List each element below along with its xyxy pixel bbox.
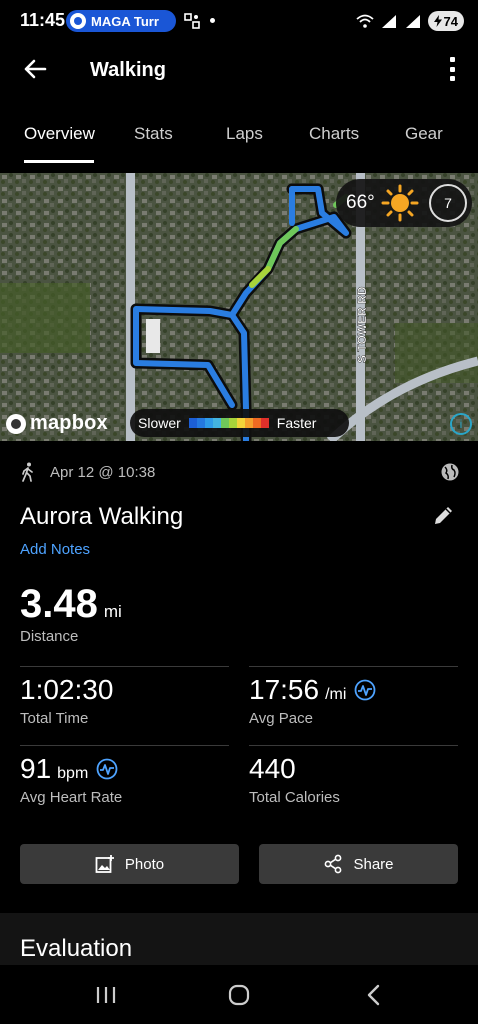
weather-temperature: 66° xyxy=(346,192,375,213)
pace-chart-icon[interactable] xyxy=(354,679,376,701)
total-calories-value: 440 xyxy=(249,753,296,784)
mapbox-wordmark: mapbox xyxy=(30,412,108,434)
divider xyxy=(249,666,458,667)
legend-color-bar xyxy=(188,418,269,428)
distance-label: Distance xyxy=(20,628,79,645)
evaluation-section: Evaluation xyxy=(0,913,478,965)
avg-heart-rate-stat: 91 bpm Avg Heart Rate xyxy=(20,753,122,806)
signal-icon-2 xyxy=(405,15,420,28)
total-time-stat: 1:02:30 Total Time xyxy=(20,674,113,727)
add-photo-icon xyxy=(95,855,114,873)
mapbox-logo: mapbox xyxy=(6,412,108,435)
edit-pencil-icon[interactable] xyxy=(432,503,456,527)
page-title: Walking xyxy=(90,59,166,81)
home-icon[interactable] xyxy=(225,981,253,1009)
activity-title: Aurora Walking xyxy=(20,503,184,530)
tab-charts[interactable]: Charts xyxy=(309,124,359,144)
tab-gear[interactable]: Gear xyxy=(405,124,443,144)
signal-icon xyxy=(381,15,396,28)
legend-swatch xyxy=(236,418,245,428)
legend-slower-label: Slower xyxy=(138,415,181,431)
activity-date: Apr 12 @ 10:38 xyxy=(50,463,156,481)
distance-value: 3.48 xyxy=(20,582,98,626)
distance-value-group: 3.48 mi xyxy=(20,582,122,627)
charging-icon xyxy=(433,15,442,27)
broadcast-icon xyxy=(70,13,86,29)
avg-pace-stat: 17:56 /mi Avg Pace xyxy=(249,674,376,727)
back-arrow-icon[interactable] xyxy=(20,54,50,84)
notification-dot-icon xyxy=(210,18,215,23)
legend-swatch xyxy=(260,418,269,428)
system-nav-bar xyxy=(0,965,478,1024)
globe-privacy-icon[interactable] xyxy=(440,462,460,482)
add-notes-link[interactable]: Add Notes xyxy=(20,541,90,558)
avg-heart-rate-value: 91 xyxy=(20,753,52,784)
active-tab-indicator xyxy=(24,160,94,163)
avg-heart-rate-unit: bpm xyxy=(57,765,89,782)
evaluation-title: Evaluation xyxy=(20,935,133,962)
total-time-value: 1:02:30 xyxy=(20,674,114,705)
notification-icon xyxy=(184,13,200,32)
app-header: Walking xyxy=(0,42,478,98)
legend-swatch xyxy=(228,418,237,428)
walking-icon xyxy=(22,462,33,482)
tab-laps[interactable]: Laps xyxy=(226,124,263,144)
status-bar: 11:45 MAGA Turr 74 xyxy=(0,0,478,42)
divider xyxy=(20,745,229,746)
wifi-icon xyxy=(355,14,374,28)
heart-rate-chart-icon[interactable] xyxy=(96,758,118,780)
legend-swatch xyxy=(212,418,221,428)
total-calories-label: Total Calories xyxy=(249,789,340,806)
legend-swatch xyxy=(252,418,261,428)
street-label: S TOWER RD xyxy=(355,286,369,363)
legend-faster-label: Faster xyxy=(276,415,317,431)
map-info-icon[interactable]: i xyxy=(450,413,472,435)
tab-stats[interactable]: Stats xyxy=(134,124,173,144)
share-button-label: Share xyxy=(353,855,394,873)
activity-meta: Apr 12 @ 10:38 xyxy=(20,461,460,483)
divider xyxy=(20,666,229,667)
system-back-icon[interactable] xyxy=(360,981,388,1009)
wind-indicator: 7 xyxy=(429,184,467,222)
share-icon xyxy=(325,854,342,874)
tab-bar: Overview Stats Laps Charts Gear xyxy=(0,112,478,164)
photo-button-label: Photo xyxy=(124,855,165,873)
total-calories-stat: 440 Total Calories xyxy=(249,753,340,806)
legend-swatch xyxy=(244,418,253,428)
wind-speed: 7 xyxy=(444,195,452,211)
legend-swatch xyxy=(220,418,229,428)
route-map[interactable]: S TOWER RD 66° 7 mapbox Slower Faster i xyxy=(0,173,478,441)
mapbox-icon xyxy=(6,413,26,434)
pace-legend: Slower Faster xyxy=(130,409,349,437)
avg-pace-value: 17:56 xyxy=(249,674,320,705)
avg-heart-rate-label: Avg Heart Rate xyxy=(20,789,123,806)
divider xyxy=(249,745,458,746)
distance-unit: mi xyxy=(103,602,122,621)
share-button[interactable]: Share xyxy=(259,844,458,884)
media-pill[interactable]: MAGA Turr xyxy=(66,10,176,32)
battery-level: 74 xyxy=(443,13,458,29)
media-pill-text: MAGA Turr xyxy=(91,13,159,29)
total-time-label: Total Time xyxy=(20,710,89,727)
status-time: 11:45 xyxy=(20,10,66,30)
avg-pace-label: Avg Pace xyxy=(249,710,313,727)
tab-overview[interactable]: Overview xyxy=(24,124,95,144)
avg-pace-unit: /mi xyxy=(325,686,347,703)
recent-apps-icon[interactable] xyxy=(92,981,120,1009)
photo-button[interactable]: Photo xyxy=(20,844,239,884)
sun-icon xyxy=(381,184,419,222)
battery-indicator: 74 xyxy=(427,11,464,31)
weather-widget: 66° 7 xyxy=(336,179,472,227)
legend-swatch xyxy=(204,418,213,428)
legend-swatch xyxy=(196,418,205,428)
more-options-icon[interactable] xyxy=(442,54,462,84)
legend-swatch xyxy=(188,418,197,428)
